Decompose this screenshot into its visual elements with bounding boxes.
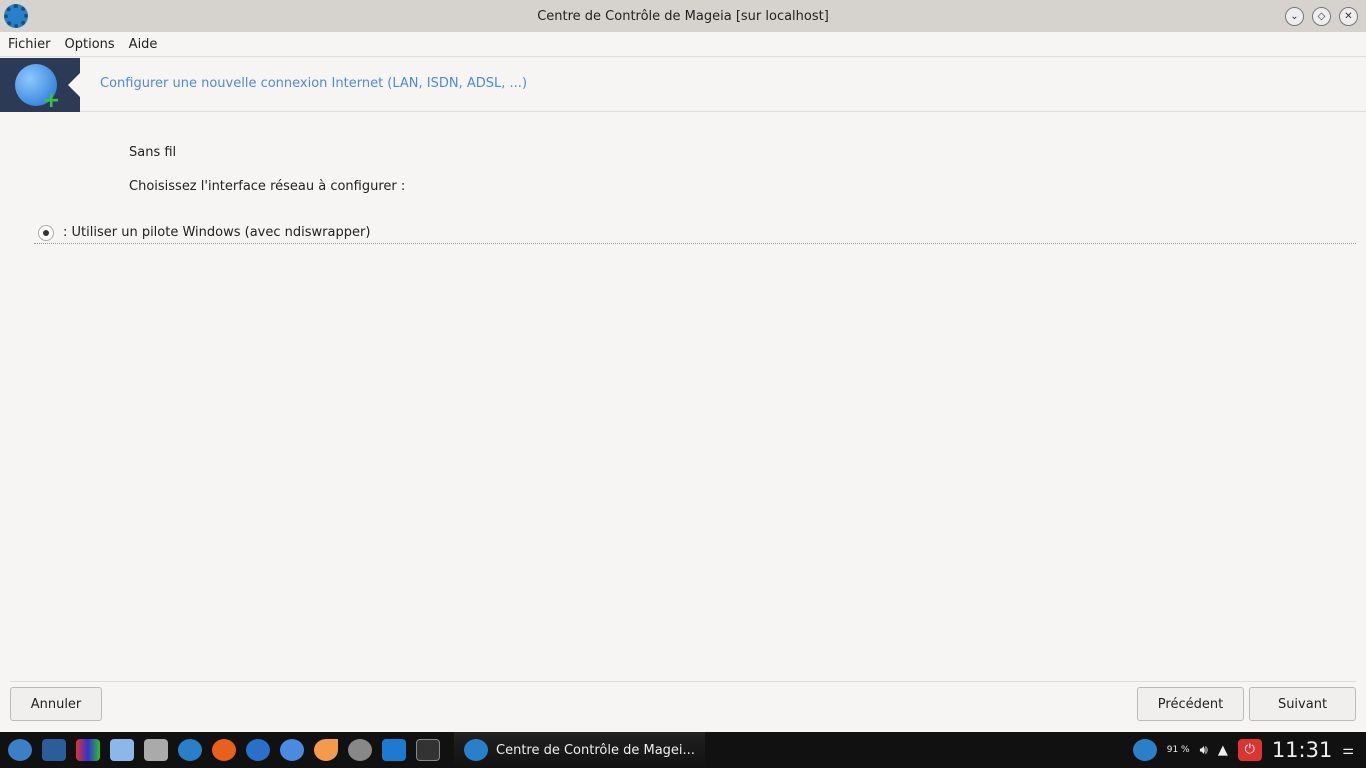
file-manager-icon[interactable] <box>110 739 134 761</box>
power-icon[interactable]: ⏻ <box>1237 739 1262 761</box>
control-center-icon <box>464 739 488 761</box>
section-heading: Sans fil <box>129 145 177 160</box>
start-menu-icon[interactable] <box>8 739 32 761</box>
maximize-button[interactable]: ◇ <box>1312 7 1331 26</box>
tools-icon[interactable] <box>144 739 168 761</box>
chromium-icon[interactable] <box>280 739 304 761</box>
minimize-button[interactable]: ⌄ <box>1285 7 1304 26</box>
close-button[interactable]: ✕ <box>1339 7 1358 26</box>
menu-aide[interactable]: Aide <box>129 37 158 52</box>
system-tray: 91 % 🔊︎ ▲ ⏻ 11:31 ⚌ <box>1132 732 1366 768</box>
cancel-button[interactable]: Annuler <box>10 687 102 721</box>
control-center-icon[interactable] <box>178 739 202 761</box>
divider <box>10 681 1356 682</box>
mageia-control-center-icon <box>4 4 28 28</box>
next-button[interactable]: Suivant <box>1249 687 1356 721</box>
battery-icon[interactable]: 91 % <box>1167 745 1190 755</box>
tray-expand-icon[interactable]: ▲ <box>1218 743 1228 758</box>
firefox-icon[interactable] <box>212 739 236 761</box>
banner: + Configurer une nouvelle connexion Inte… <box>0 58 1366 113</box>
menu-options[interactable]: Options <box>65 37 115 52</box>
menu-bar: Fichier Options Aide <box>0 32 1366 57</box>
title-bar: Centre de Contrôle de Mageia [sur localh… <box>0 0 1366 32</box>
interface-option[interactable]: : Utiliser un pilote Windows (avec ndisw… <box>34 222 1356 244</box>
clock[interactable]: 11:31 <box>1272 738 1333 762</box>
volume-icon[interactable]: 🔊︎ <box>1200 743 1208 758</box>
thunderbird-icon[interactable] <box>246 739 270 761</box>
window-title: Centre de Contrôle de Mageia [sur localh… <box>537 8 829 24</box>
activities-icon[interactable] <box>76 739 100 761</box>
panel-settings-icon[interactable]: ⚌ <box>1342 743 1354 758</box>
terminal-icon[interactable] <box>416 739 440 761</box>
system-monitor-icon[interactable] <box>382 739 406 761</box>
clementine-icon[interactable] <box>314 739 338 761</box>
network-status-icon[interactable] <box>1132 739 1157 761</box>
taskbar-task[interactable]: Centre de Contrôle de Magei... <box>454 732 705 768</box>
prompt-text: Choisissez l'interface réseau à configur… <box>129 179 406 194</box>
banner-title: Configurer une nouvelle connexion Intern… <box>100 76 528 91</box>
task-label: Centre de Contrôle de Magei... <box>496 742 695 758</box>
option-label: : Utiliser un pilote Windows (avec ndisw… <box>63 225 371 240</box>
menu-fichier[interactable]: Fichier <box>8 37 51 52</box>
network-icon[interactable] <box>348 739 372 761</box>
desktop-icon[interactable] <box>42 739 66 761</box>
previous-button[interactable]: Précédent <box>1137 687 1244 721</box>
radio-button[interactable] <box>38 224 54 241</box>
